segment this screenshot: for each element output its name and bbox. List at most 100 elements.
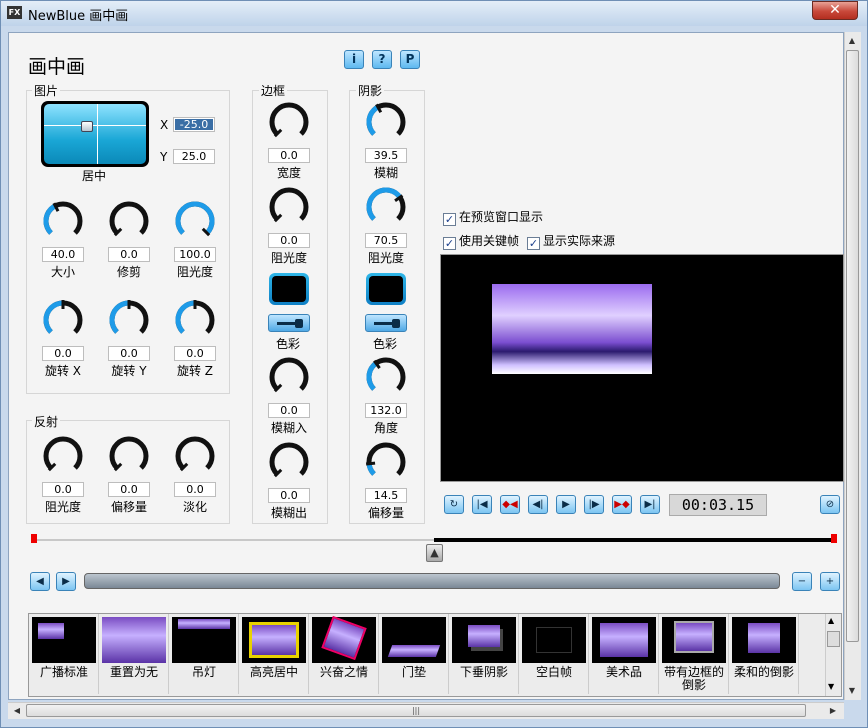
go-start-button[interactable]: |◀ [472, 495, 492, 514]
play-button[interactable]: ▶ [556, 495, 576, 514]
reflection-offset-value-field[interactable]: 0.0 [108, 482, 150, 497]
shadow-angle-knob[interactable] [364, 355, 408, 403]
y-field[interactable]: 25.0 [173, 149, 215, 164]
presets-scroll-slider[interactable] [84, 573, 780, 589]
prev-keyframe-button[interactable]: ◆◀ [500, 495, 520, 514]
presets-next-button[interactable]: ▶ [56, 572, 76, 591]
horizontal-scroll-thumb[interactable]: ||| [26, 704, 806, 717]
preset-item[interactable]: 美术品 [589, 614, 659, 694]
border-opacity-knob[interactable] [267, 185, 311, 233]
loop-button[interactable]: ↻ [444, 495, 464, 514]
preview-window-checkbox[interactable]: ✓ 在预览窗口显示 [443, 208, 543, 226]
preset-label: 广播标准 [39, 665, 88, 679]
scroll-up-icon[interactable]: ▲ [845, 34, 859, 47]
shadow-offset-knob[interactable] [364, 440, 408, 488]
border-blur-out-knob[interactable] [267, 440, 311, 488]
preset-label: 高亮居中 [249, 665, 298, 679]
shadow-color-label: 色彩 [372, 337, 397, 351]
shadow-offset-value-field[interactable]: 14.5 [365, 488, 407, 503]
shadow-blur-value-field[interactable]: 39.5 [365, 148, 407, 163]
scroll-right-icon[interactable]: ▶ [826, 704, 840, 717]
close-button[interactable]: ✕ [812, 1, 858, 20]
border-blur-out-label: 模糊出 [270, 506, 307, 520]
presets-zoom-out-button[interactable]: − [792, 572, 812, 591]
picture-opacity-value-field[interactable]: 100.0 [174, 247, 216, 262]
reflection-fade-knob[interactable] [173, 434, 217, 482]
scroll-down-icon[interactable]: ▼ [845, 684, 859, 697]
shadow-opacity-value-field[interactable]: 70.5 [365, 233, 407, 248]
scroll-left-icon[interactable]: ◀ [10, 704, 24, 717]
preset-item[interactable]: 下垂阴影 [449, 614, 519, 694]
border-width-value-field[interactable]: 0.0 [268, 148, 310, 163]
picture-size-knob[interactable] [41, 199, 85, 247]
scroll-up-icon[interactable]: ▲ [828, 616, 834, 625]
timeline-end-keyframe[interactable] [831, 534, 837, 543]
shadow-opacity-label: 阻光度 [367, 251, 404, 265]
preset-scroll-thumb[interactable] [827, 631, 840, 647]
reflection-opacity-knob[interactable] [41, 434, 85, 482]
preset-thumbnail [522, 617, 586, 663]
shadow-blur-knob[interactable] [364, 100, 408, 148]
picture-size-value-field[interactable]: 40.0 [42, 247, 84, 262]
preset-thumbnail [102, 617, 166, 663]
reflection-offset-knob[interactable] [107, 434, 151, 482]
preview-area [440, 254, 844, 482]
picture-rotate-y-knob[interactable] [107, 298, 151, 346]
border-color-picker-button[interactable] [268, 314, 310, 332]
border-blur-out-value-field[interactable]: 0.0 [268, 488, 310, 503]
reflection-fade-value-field[interactable]: 0.0 [174, 482, 216, 497]
go-end-button[interactable]: ▶| [640, 495, 660, 514]
shadow-opacity-knob[interactable] [364, 185, 408, 233]
preset-strip-scrollbar[interactable]: ▲ ▼ [825, 614, 841, 696]
picture-rotate-x-knob[interactable] [41, 298, 85, 346]
x-field[interactable]: -25.0 [173, 117, 215, 132]
reflection-opacity-value-field[interactable]: 0.0 [42, 482, 84, 497]
preset-item[interactable]: 高亮居中 [239, 614, 309, 694]
help-button[interactable]: ? [372, 50, 392, 69]
reset-button[interactable]: ⊘ [820, 495, 840, 514]
use-keyframes-checkbox[interactable]: ✓ 使用关键帧 [443, 232, 519, 250]
vertical-scroll-thumb[interactable] [846, 50, 859, 642]
preset-item[interactable]: 吊灯 [169, 614, 239, 694]
preset-item[interactable]: 门垫 [379, 614, 449, 694]
show-source-checkbox[interactable]: ✓ 显示实际来源 [527, 232, 615, 250]
step-forward-button[interactable]: |▶ [584, 495, 604, 514]
position-pad[interactable] [41, 101, 149, 167]
shadow-color-picker-button[interactable] [365, 314, 407, 332]
picture-rotate-z-knob[interactable] [173, 298, 217, 346]
playhead-handle[interactable]: ▲ [426, 544, 443, 562]
picture-rotate-z-value-field[interactable]: 0.0 [174, 346, 216, 361]
picture-crop-knob[interactable] [107, 199, 151, 247]
presets-zoom-in-button[interactable]: + [820, 572, 840, 591]
border-opacity-value-field[interactable]: 0.0 [268, 233, 310, 248]
skip-start-icon: |◀ [476, 499, 488, 510]
border-color-swatch[interactable] [269, 273, 309, 305]
preset-item[interactable]: 重置为无 [99, 614, 169, 694]
picture-crop-value-field[interactable]: 0.0 [108, 247, 150, 262]
next-keyframe-button[interactable]: ▶◆ [612, 495, 632, 514]
preset-item[interactable]: 柔和的倒影 [729, 614, 799, 694]
border-blur-in-knob[interactable] [267, 355, 311, 403]
picture-opacity-knob[interactable] [173, 199, 217, 247]
border-width-knob[interactable] [267, 100, 311, 148]
preset-item[interactable]: 空白帧 [519, 614, 589, 694]
presets-button[interactable]: P [400, 50, 420, 69]
presets-prev-button[interactable]: ◀ [30, 572, 50, 591]
preset-item[interactable]: 带有边框的倒影 [659, 614, 729, 694]
title-bar[interactable] [0, 0, 868, 26]
shadow-angle-value-field[interactable]: 132.0 [365, 403, 407, 418]
info-button[interactable]: i [344, 50, 364, 69]
picture-rotate-x-value-field[interactable]: 0.0 [42, 346, 84, 361]
timeline-track-right [434, 538, 834, 542]
position-handle[interactable] [81, 121, 93, 132]
preset-item[interactable]: 广播标准 [29, 614, 99, 694]
picture-group-title: 图片 [32, 82, 61, 99]
scroll-down-icon[interactable]: ▼ [828, 682, 834, 691]
border-blur-in-value-field[interactable]: 0.0 [268, 403, 310, 418]
preset-item[interactable]: 兴奋之情 [309, 614, 379, 694]
picture-rotate-y-value-field[interactable]: 0.0 [108, 346, 150, 361]
shadow-color-swatch[interactable] [366, 273, 406, 305]
step-back-button[interactable]: ◀| [528, 495, 548, 514]
timeline-start-keyframe[interactable] [31, 534, 37, 543]
plus-icon: + [825, 576, 835, 587]
